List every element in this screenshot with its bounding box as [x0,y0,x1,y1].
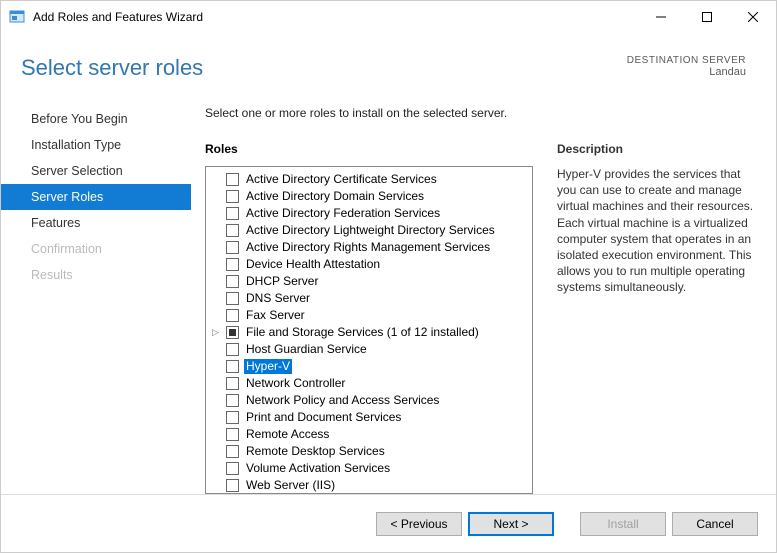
description-column: Description Hyper-V provides the service… [557,142,758,494]
next-button[interactable]: Next > [468,512,554,536]
role-item[interactable]: Web Server (IIS) [208,477,530,493]
nav-item[interactable]: Server Selection [1,158,191,184]
role-checkbox[interactable] [226,479,239,492]
role-item[interactable]: Fax Server [208,307,530,324]
nav-sidebar: Before You BeginInstallation TypeServer … [1,106,191,494]
cancel-button[interactable]: Cancel [672,512,758,536]
role-checkbox[interactable] [226,258,239,271]
role-label: Active Directory Federation Services [244,206,442,221]
role-label: DNS Server [244,291,312,306]
nav-item[interactable]: Installation Type [1,132,191,158]
role-checkbox[interactable] [226,309,239,322]
role-item[interactable]: Network Policy and Access Services [208,392,530,409]
role-label: Active Directory Domain Services [244,189,426,204]
nav-item: Confirmation [1,236,191,262]
role-checkbox[interactable] [226,394,239,407]
page-header: Select server roles DESTINATION SERVER L… [1,33,776,91]
role-checkbox[interactable] [226,445,239,458]
role-label: Volume Activation Services [244,461,392,476]
role-label: Active Directory Certificate Services [244,172,439,187]
role-label: Fax Server [244,308,307,323]
role-item[interactable]: DHCP Server [208,273,530,290]
app-icon [9,9,25,25]
previous-button[interactable]: < Previous [376,512,462,536]
role-checkbox[interactable] [226,411,239,424]
role-checkbox[interactable] [226,241,239,254]
nav-item[interactable]: Before You Begin [1,106,191,132]
role-label: Print and Document Services [244,410,403,425]
role-item[interactable]: Active Directory Domain Services [208,188,530,205]
role-item[interactable]: Host Guardian Service [208,341,530,358]
role-item[interactable]: Active Directory Certificate Services [208,171,530,188]
window-title: Add Roles and Features Wizard [33,10,638,24]
role-label: DHCP Server [244,274,320,289]
role-item[interactable]: Volume Activation Services [208,460,530,477]
roles-heading: Roles [205,142,533,156]
role-checkbox[interactable] [226,377,239,390]
destination-info: DESTINATION SERVER Landau [627,55,746,78]
role-item[interactable]: Network Controller [208,375,530,392]
role-label: Active Directory Lightweight Directory S… [244,223,497,238]
role-label: Hyper-V [244,359,292,374]
description-heading: Description [557,142,758,156]
nav-item: Results [1,262,191,288]
roles-list[interactable]: Active Directory Certificate Services Act… [206,167,532,493]
role-label: Active Directory Rights Management Servi… [244,240,492,255]
role-item[interactable]: Remote Access [208,426,530,443]
titlebar: Add Roles and Features Wizard [1,1,776,33]
main-content: Select one or more roles to install on t… [191,106,776,494]
role-checkbox[interactable] [226,224,239,237]
role-checkbox[interactable] [226,292,239,305]
roles-column: Roles Active Directory Certificate Servi… [205,142,533,494]
role-checkbox[interactable] [226,173,239,186]
role-checkbox[interactable] [226,343,239,356]
role-checkbox[interactable] [226,428,239,441]
role-label: File and Storage Services (1 of 12 insta… [244,325,481,340]
description-text: Hyper-V provides the services that you c… [557,166,758,296]
role-item[interactable]: Active Directory Federation Services [208,205,530,222]
role-label: Remote Desktop Services [244,444,387,459]
wizard-footer: < Previous Next > Install Cancel [1,494,776,552]
role-label: Host Guardian Service [244,342,369,357]
roles-listbox: Active Directory Certificate Services Act… [205,166,533,494]
role-label: Network Controller [244,376,347,391]
role-label: Remote Access [244,427,331,442]
role-label: Device Health Attestation [244,257,382,272]
role-item[interactable]: ▷ File and Storage Services (1 of 12 inst… [208,324,530,341]
maximize-button[interactable] [684,2,730,32]
role-item[interactable]: Active Directory Lightweight Directory S… [208,222,530,239]
role-item[interactable]: Print and Document Services [208,409,530,426]
nav-item[interactable]: Features [1,210,191,236]
nav-item[interactable]: Server Roles [1,184,191,210]
minimize-button[interactable] [638,2,684,32]
content-columns: Roles Active Directory Certificate Servi… [205,142,758,494]
install-button[interactable]: Install [580,512,666,536]
destination-label: DESTINATION SERVER [627,55,746,66]
page-title: Select server roles [21,55,203,81]
destination-name: Landau [627,66,746,78]
wizard-body: Before You BeginInstallation TypeServer … [1,91,776,494]
role-checkbox[interactable] [226,190,239,203]
expand-icon[interactable]: ▷ [212,325,222,340]
role-item[interactable]: DNS Server [208,290,530,307]
role-label: Network Policy and Access Services [244,393,441,408]
role-checkbox[interactable] [226,326,239,339]
role-checkbox[interactable] [226,275,239,288]
role-label: Web Server (IIS) [244,478,337,493]
close-button[interactable] [730,2,776,32]
role-checkbox[interactable] [226,360,239,373]
role-checkbox[interactable] [226,207,239,220]
role-item[interactable]: Device Health Attestation [208,256,530,273]
role-checkbox[interactable] [226,462,239,475]
role-item[interactable]: Active Directory Rights Management Servi… [208,239,530,256]
role-item[interactable]: Hyper-V [208,358,530,375]
instruction-text: Select one or more roles to install on t… [205,106,758,120]
role-item[interactable]: Remote Desktop Services [208,443,530,460]
